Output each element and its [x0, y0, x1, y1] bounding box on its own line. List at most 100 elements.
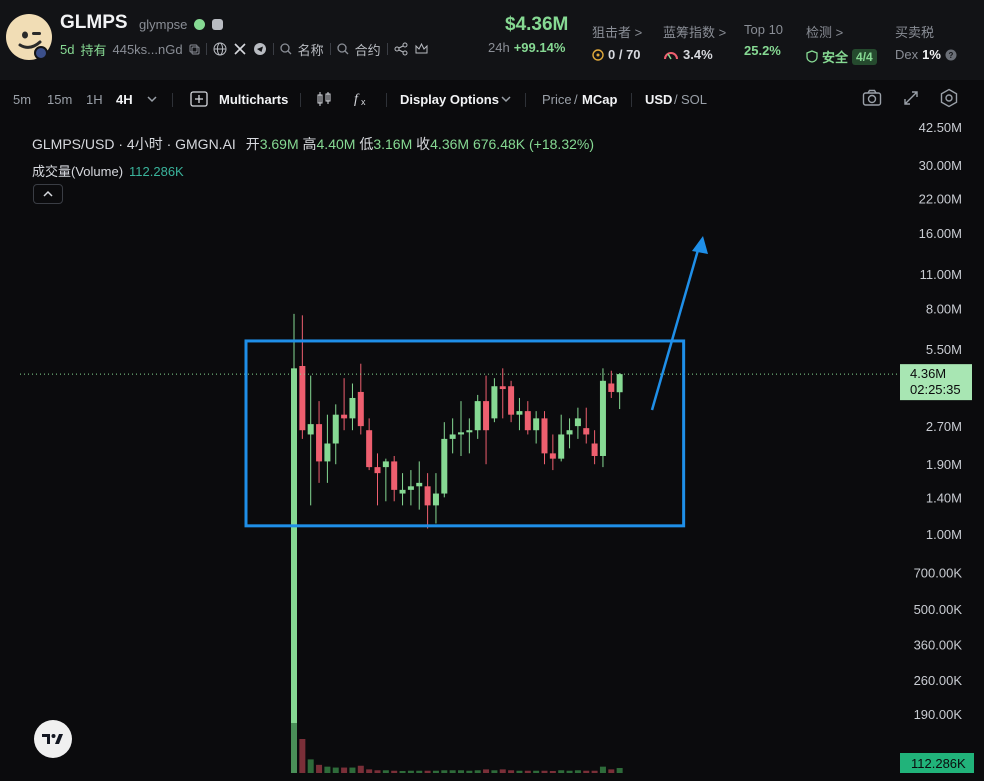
price-toggle[interactable]: Price	[542, 92, 572, 107]
x-twitter-icon[interactable]	[233, 42, 247, 56]
y-axis-tick-label: 16.00M	[919, 226, 962, 241]
change-percent: +99.14%	[513, 40, 566, 55]
divider	[525, 93, 526, 107]
candle-body	[324, 443, 331, 462]
stat-tax[interactable]: 买卖税 Dex 1% ?	[895, 22, 957, 62]
volume-bar	[499, 769, 506, 773]
holders-label: 持有	[80, 42, 107, 58]
help-icon[interactable]: ?	[945, 49, 957, 61]
candle-body	[299, 365, 306, 431]
telegram-icon[interactable]	[253, 42, 267, 56]
search-contract-icon[interactable]	[336, 43, 349, 55]
candle-body	[341, 414, 348, 419]
search-contract-link[interactable]: 合约	[355, 40, 381, 59]
divider	[205, 43, 207, 55]
pump-icon	[212, 19, 223, 30]
candle-body	[491, 386, 498, 419]
toggle-slash: /	[574, 92, 578, 107]
sol-toggle[interactable]: SOL	[681, 92, 707, 107]
volume-bar	[566, 770, 573, 773]
svg-text:x: x	[361, 97, 366, 107]
open-value: 3.69M	[259, 136, 299, 152]
market-cap-value: $4.36M	[505, 14, 569, 35]
volume-bar	[608, 769, 615, 773]
current-price-label: 4.36M	[910, 366, 946, 381]
usd-toggle[interactable]: USD	[645, 92, 672, 107]
volume-bar	[558, 770, 565, 773]
stat-snipers[interactable]: 狙击者 > 0 / 70	[592, 22, 642, 62]
candle-body	[524, 411, 531, 431]
tradingview-logo[interactable]	[34, 720, 72, 758]
volume-bar	[299, 739, 306, 773]
volume-bar	[533, 770, 540, 773]
chevron-down-icon[interactable]	[146, 94, 158, 104]
y-axis-tick-label: 1.00M	[926, 527, 962, 542]
divider	[272, 43, 274, 55]
price-chart-pane[interactable]: 42.50M 30.00M 22.00M 16.00M 11.00M 8.00M 5.50M…	[0, 118, 984, 781]
volume-bar	[491, 770, 498, 773]
volume-bar	[483, 769, 490, 773]
candle-body	[366, 430, 373, 468]
interval-15m[interactable]: 15m	[47, 92, 72, 107]
settings-icon[interactable]	[939, 88, 959, 108]
candle-body	[541, 418, 548, 454]
candle-body	[391, 461, 398, 490]
search-name-icon[interactable]	[279, 43, 292, 55]
candle-body	[499, 386, 506, 390]
multicharts-button[interactable]: Multicharts	[219, 92, 288, 107]
price-change-24h: 24h +99.14%	[488, 40, 565, 55]
volume-bar	[458, 770, 464, 773]
close-value: 4.36M	[430, 136, 470, 152]
chart-legend: GLMPS/USD · 4小时 · GMGN.AI 开3.69M 高4.40M …	[32, 134, 594, 154]
y-axis-tick-label: 2.70M	[926, 419, 962, 434]
candle-body	[591, 443, 598, 456]
candle-body	[516, 411, 523, 415]
candle-countdown: 02:25:35	[910, 382, 961, 397]
volume-legend: 成交量(Volume) 112.286K	[32, 161, 184, 180]
volume-bar	[357, 765, 364, 773]
candle-body	[316, 424, 323, 462]
collapse-legend-button[interactable]	[33, 184, 63, 204]
camera-icon[interactable]	[862, 89, 882, 107]
candle-body	[549, 453, 556, 459]
copy-icon[interactable]	[189, 44, 200, 55]
candle-body	[474, 401, 481, 431]
candle-body	[583, 428, 590, 435]
search-name-link[interactable]: 名称	[298, 40, 324, 59]
contract-address[interactable]: 445ks...nGd	[112, 42, 182, 57]
mcap-toggle[interactable]: MCap	[582, 92, 617, 107]
interval-1h[interactable]: 1H	[86, 92, 103, 107]
divider	[386, 43, 388, 55]
chevron-down-icon[interactable]	[500, 94, 512, 104]
crown-icon[interactable]	[414, 42, 429, 56]
stat-bluechip[interactable]: 蓝筹指数 > 3.4%	[663, 22, 726, 62]
fullscreen-icon[interactable]	[902, 89, 920, 107]
toggle-slash: /	[674, 92, 678, 107]
shield-icon	[806, 50, 818, 63]
y-axis-tick-label: 8.00M	[926, 301, 962, 316]
candle-body	[449, 434, 456, 439]
indicators-fx-icon[interactable]: fx	[353, 89, 371, 107]
stat-top10[interactable]: Top 10 25.2%	[744, 22, 783, 58]
interval-4h[interactable]: 4H	[116, 92, 133, 107]
candlestick-chart[interactable]: 42.50M 30.00M 22.00M 16.00M 11.00M 8.00M 5.50M…	[0, 118, 984, 781]
volume-bar	[382, 770, 389, 773]
website-icon[interactable]	[213, 42, 227, 56]
candle-type-icon[interactable]	[315, 90, 333, 108]
volume-bar	[374, 770, 381, 773]
breakout-arrow-shaft	[650, 242, 702, 411]
candle-body	[616, 374, 623, 393]
display-options-button[interactable]: Display Options	[400, 92, 499, 107]
volume-bar	[307, 759, 314, 773]
token-meta-row: 5d 持有 445ks...nGd 名称 合约	[60, 40, 429, 59]
add-chart-icon[interactable]	[190, 91, 208, 107]
y-axis-tick-label: 30.00M	[919, 158, 962, 173]
volume-bar	[574, 770, 581, 773]
stat-security[interactable]: 检测 > 安全 4/4	[806, 22, 877, 66]
share-icon[interactable]	[394, 42, 408, 56]
volume-label: 成交量(Volume)	[32, 164, 124, 179]
y-axis-tick-label: 1.40M	[926, 490, 962, 505]
interval-5m[interactable]: 5m	[13, 92, 31, 107]
stat-label: Top 10	[744, 22, 784, 37]
candle-body	[424, 486, 431, 506]
